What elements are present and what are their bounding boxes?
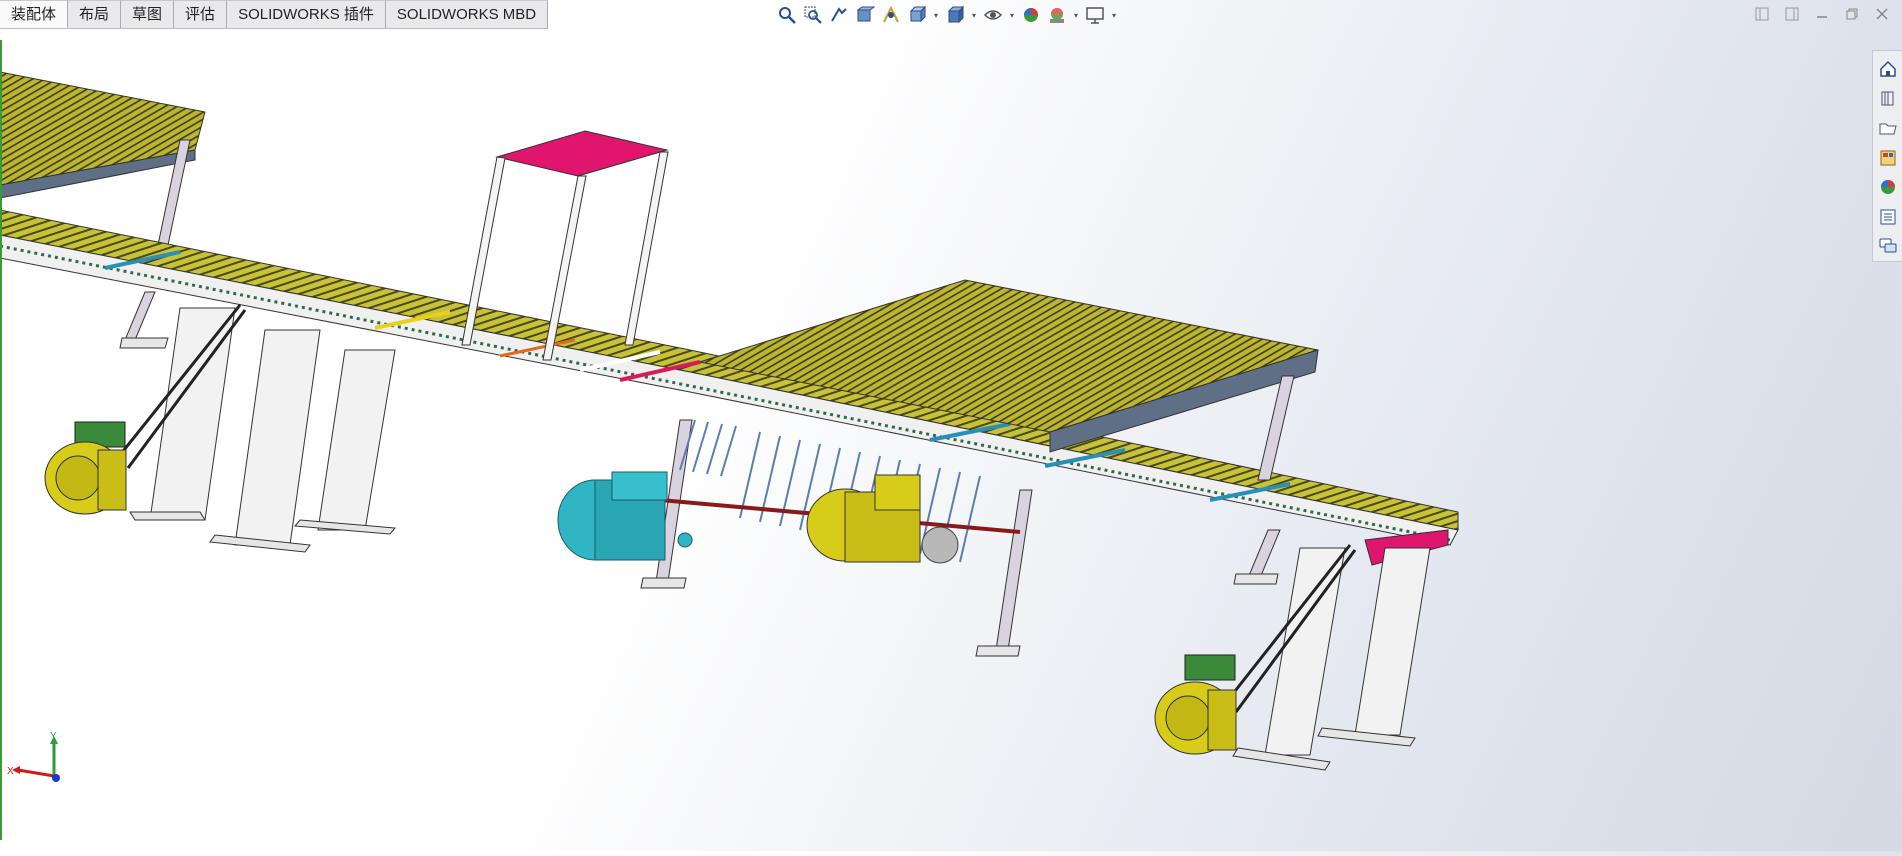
document-window-controls [1752,4,1892,24]
triad-x-label: X [7,766,14,777]
zoom-to-fit-icon[interactable] [775,3,799,27]
section-view-icon[interactable] [853,3,877,27]
tile-right-icon[interactable] [1782,4,1802,24]
tab-sketch[interactable]: 草图 [121,0,175,28]
assembly-model [0,71,1459,771]
view-settings-caret[interactable]: ▾ [1109,3,1119,27]
close-icon[interactable] [1872,4,1892,24]
tab-solidworks-addins[interactable]: SOLIDWORKS 插件 [227,0,386,28]
apply-scene-icon[interactable] [1045,3,1069,27]
hide-show-items-icon[interactable] [981,3,1005,27]
tile-left-icon[interactable] [1752,4,1772,24]
zoom-to-area-icon[interactable] [801,3,825,27]
reference-triad: Y X [6,730,66,790]
tab-assembly[interactable]: 装配体 [0,0,69,28]
apply-scene-caret[interactable]: ▾ [1071,3,1081,27]
minimize-icon[interactable] [1812,4,1832,24]
tab-evaluate[interactable]: 评估 [174,0,228,28]
triad-y-label: Y [50,731,57,742]
display-style-icon[interactable] [943,3,967,27]
heads-up-view-toolbar: ▾ ▾ ▾ ▾ ▾ [775,3,1119,27]
dynamic-annotation-icon[interactable] [879,3,903,27]
restore-icon[interactable] [1842,4,1862,24]
view-orientation-icon[interactable] [905,3,929,27]
hide-show-caret[interactable]: ▾ [1007,3,1017,27]
command-manager-tabs: 装配体 布局 草图 评估 SOLIDWORKS 插件 SOLIDWORKS MB… [0,0,549,29]
tab-layout[interactable]: 布局 [68,0,122,28]
feature-tree-edge [0,40,2,840]
tab-solidworks-mbd[interactable]: SOLIDWORKS MBD [385,0,549,28]
view-orientation-caret[interactable]: ▾ [931,3,941,27]
view-settings-icon[interactable] [1083,3,1107,27]
previous-view-icon[interactable] [827,3,851,27]
display-style-caret[interactable]: ▾ [969,3,979,27]
edit-appearance-icon[interactable] [1019,3,1043,27]
graphics-area[interactable] [0,28,1902,851]
